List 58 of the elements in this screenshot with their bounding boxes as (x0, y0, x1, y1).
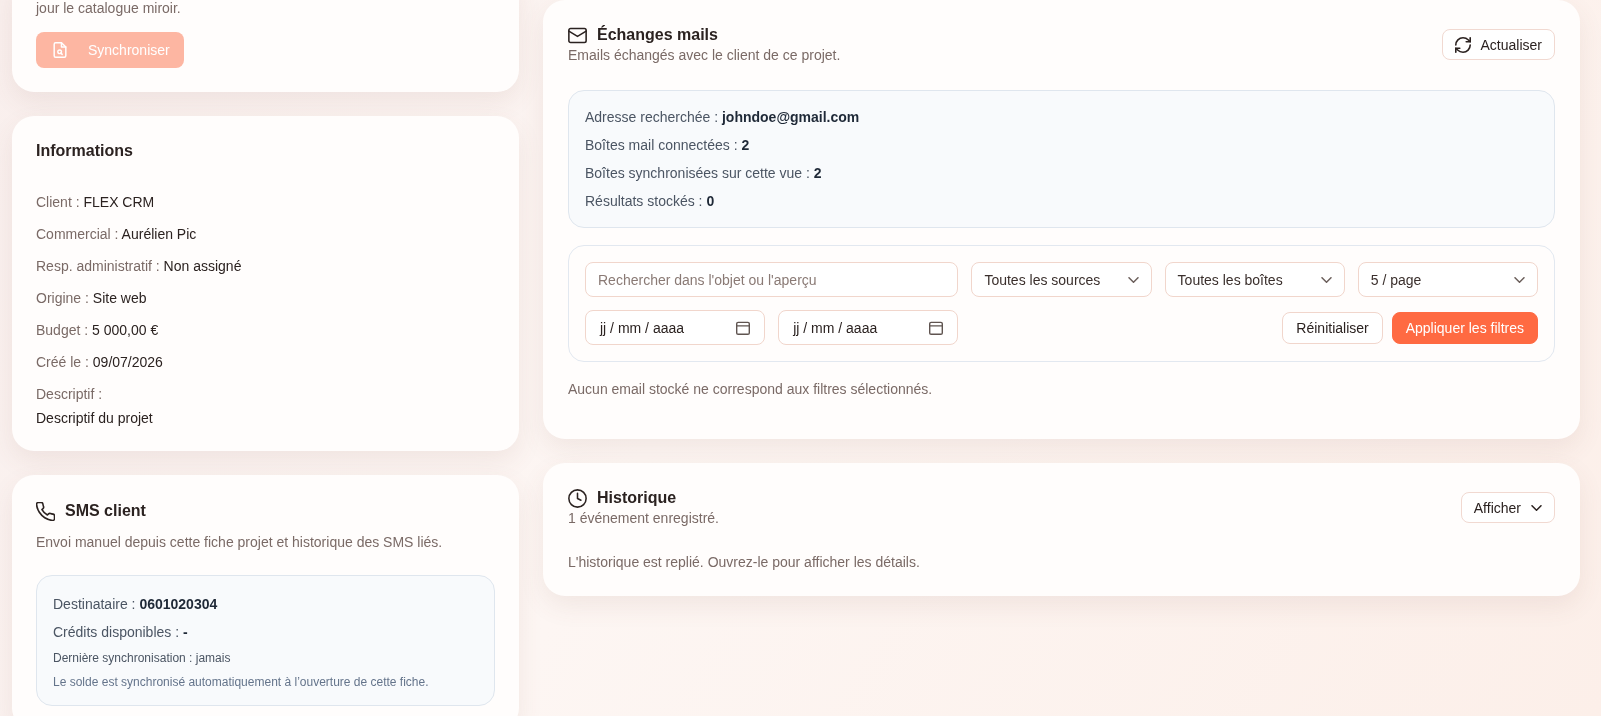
chevron-icon (1531, 504, 1542, 511)
reset-button[interactable]: Réinitialiser (1282, 311, 1383, 344)
field-value: 09/07/2026 (92, 354, 163, 370)
dropdown[interactable]: Toutes les boîtes (1164, 262, 1345, 297)
refresh-button[interactable]: Actualiser (1441, 29, 1555, 60)
card-subtitle: 1 événement enregistré. (568, 509, 719, 527)
dropdown[interactable]: 5 / page (1357, 262, 1538, 297)
stat-label: Boîtes synchronisées sur cette vue : (585, 165, 810, 181)
field-value: Aurélien Pic (121, 226, 197, 242)
stat-value: johndoe@gmail.com (721, 109, 860, 125)
field-value: - (182, 624, 188, 640)
field-label: Client : (36, 194, 80, 210)
chevron-down-icon (1514, 276, 1525, 283)
clock-icon (568, 488, 587, 508)
stat-label: Boîtes mail connectées : (585, 137, 738, 153)
dropdown[interactable]: Toutes les sources (971, 262, 1152, 297)
date-field[interactable]: jj / mm / aaaa (778, 310, 959, 345)
card-title: Historique (597, 488, 677, 508)
envelope-icon (568, 25, 587, 45)
search-field[interactable]: Rechercher dans l'objet ou l'aperçu (585, 262, 959, 297)
card-description: jour le catalogue miroir. (36, 0, 182, 18)
field-value: FLEX CRM (83, 194, 155, 210)
chevron-down-icon (1127, 276, 1139, 283)
field-value: Non assigné (163, 258, 242, 274)
card-title: Échanges mails (597, 24, 718, 45)
field-label: Descriptif : (36, 385, 103, 404)
calendar-icon (929, 320, 944, 335)
card-subtitle: Emails échangés avec le client de ce projet. (568, 46, 841, 64)
refresh-icon (1454, 36, 1471, 53)
card-title: SMS client (65, 501, 146, 521)
field-label: Commercial : (36, 226, 119, 242)
calendar-icon (736, 320, 751, 335)
stat-label: Adresse recherchée : (585, 109, 719, 125)
stat-value: 2 (741, 137, 750, 153)
date-field[interactable]: jj / mm / aaaa (585, 310, 766, 345)
field-label: Origine : (36, 290, 89, 306)
stat-value: 2 (813, 165, 822, 181)
field-value: Site web (92, 290, 147, 306)
file-search-icon (52, 42, 68, 58)
phone-icon (36, 501, 55, 521)
field-value: 0601020304 (139, 596, 218, 612)
field-value: Descriptif du projet (36, 409, 153, 428)
chevron-down-icon (1320, 276, 1332, 283)
field-label: Budget : (36, 322, 89, 338)
stat-label: Résultats stockés : (585, 193, 703, 209)
history-message: L'historique est replié. Ouvrez-le pour afficher les détails. (568, 553, 921, 572)
field-label: Resp. administratif : (36, 258, 160, 274)
field-label: Destinataire : (53, 596, 136, 612)
stat-value: 0 (706, 193, 715, 209)
field-value: 5 000,00 € (92, 322, 159, 338)
field-label: Créé le : (36, 354, 89, 370)
show-toggle-button[interactable]: Afficher (1460, 492, 1555, 523)
field-label: Crédits disponibles : (53, 624, 180, 640)
sync-status-text: Dernière synchronisation : jamais (53, 650, 232, 667)
hint-text: Le solde est synchronisé automatiquement à l’ouverture de cette fiche. (53, 674, 430, 691)
empty-message: Aucun email stocké ne correspond aux filtres sélectionnés. (568, 380, 934, 399)
card-subtitle: Envoi manuel depuis cette fiche projet et historique des SMS liés. (36, 533, 444, 552)
card-title: Informations (36, 141, 134, 161)
